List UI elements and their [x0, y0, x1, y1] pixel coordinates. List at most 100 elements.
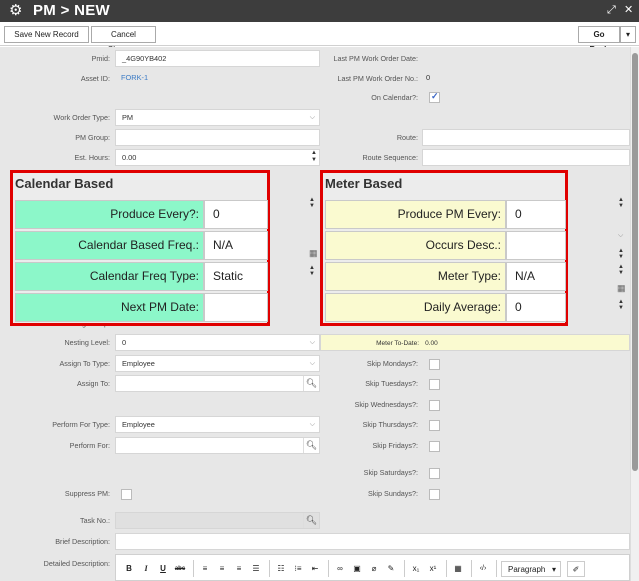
search-icon[interactable]: 🔍︎: [303, 376, 319, 391]
spinner-icon[interactable]: ▲ ▼: [311, 150, 317, 164]
calendar-freq-type-label: Calendar Freq Type:: [15, 262, 204, 291]
superscript-icon[interactable]: x¹: [426, 561, 440, 577]
skip-tuesdays-checkbox[interactable]: [429, 379, 440, 390]
bold-icon[interactable]: B: [122, 561, 136, 577]
align-right-icon[interactable]: ≡: [232, 561, 246, 577]
search-icon[interactable]: 🔍︎: [303, 438, 319, 453]
on-calendar-checkbox[interactable]: [429, 91, 440, 103]
route-input[interactable]: [422, 129, 630, 146]
perform-for-type-label: Perform For Type:: [52, 420, 110, 429]
underline-icon[interactable]: U: [156, 561, 170, 577]
skip-wednesdays-checkbox[interactable]: [429, 400, 440, 411]
align-center-icon[interactable]: ≡: [215, 561, 229, 577]
go-back-dropdown-button[interactable]: ▾: [620, 26, 636, 43]
search-icon[interactable]: 🔍︎: [303, 513, 319, 528]
gears-icon: ⚙: [9, 2, 23, 19]
meter-to-date-value: 0.00: [425, 340, 438, 347]
chevron-down-icon: ⌵: [309, 360, 315, 367]
go-back-button[interactable]: Go Back: [578, 26, 620, 54]
format-painter-icon[interactable]: ✐: [567, 561, 585, 577]
skip-mondays-checkbox[interactable]: [429, 359, 440, 370]
outdent-icon[interactable]: ⇤: [308, 561, 322, 577]
link-icon[interactable]: ∞: [333, 561, 347, 577]
route-label: Route:: [396, 133, 418, 142]
table-icon[interactable]: ▦: [451, 561, 465, 577]
calendar-icon[interactable]: ▦: [617, 283, 626, 294]
italic-icon[interactable]: I: [139, 561, 153, 577]
spinner-icon[interactable]: ▲ ▼: [309, 197, 315, 209]
align-justify-icon[interactable]: ☰: [249, 561, 263, 577]
attachment-icon[interactable]: ⌀: [367, 561, 381, 577]
nesting-level-select[interactable]: 0 ⌵: [115, 334, 320, 351]
pmid-input[interactable]: _4G90YB402: [115, 50, 320, 67]
suppress-pm-checkbox[interactable]: [121, 489, 132, 500]
work-order-type-value: PM: [122, 113, 134, 122]
est-hours-input[interactable]: 0.00 ▲ ▼: [115, 149, 320, 166]
assign-to-type-select[interactable]: Employee ⌵: [115, 355, 320, 372]
scrollbar-thumb[interactable]: [632, 53, 638, 471]
asset-id-link[interactable]: FORK-1: [115, 70, 320, 87]
daily-average-value[interactable]: 0: [506, 293, 566, 322]
assign-to-label: Assign To:: [76, 379, 110, 388]
pm-group-input[interactable]: [115, 129, 320, 146]
skip-saturdays-checkbox[interactable]: [429, 468, 440, 479]
skip-thursdays-checkbox[interactable]: [429, 420, 440, 431]
paragraph-format-select[interactable]: Paragraph ▾: [501, 561, 561, 577]
skip-fridays-checkbox[interactable]: [429, 441, 440, 452]
brief-description-input[interactable]: [115, 533, 630, 550]
spinner-icon[interactable]: ▲ ▼: [618, 197, 624, 209]
calendar-based-freq-value[interactable]: N/A: [204, 231, 268, 260]
perform-for-type-select[interactable]: Employee ⌵: [115, 416, 320, 433]
meter-to-date-label: Meter To-Date:: [376, 340, 419, 347]
skip-sundays-checkbox[interactable]: [429, 489, 440, 500]
calendar-based-freq-label: Calendar Based Freq.:: [15, 231, 204, 260]
caret-down-icon: ▾: [551, 565, 556, 574]
code-view-icon[interactable]: ‹/›: [476, 561, 490, 577]
align-left-icon[interactable]: ≡: [198, 561, 212, 577]
skip-tuesdays-label: Skip Tuesdays?:: [365, 379, 418, 388]
detailed-description-editor[interactable]: B I U abc ≡ ≡ ≡ ☰ ☷ ⁝≡ ⇤ ∞ ▣ ⌀ ✎ x₁ x¹ ▦…: [115, 554, 630, 581]
assign-to-input[interactable]: 🔍︎: [115, 375, 320, 392]
skip-fridays-label: Skip Fridays?:: [372, 441, 418, 450]
pm-group-label: PM Group:: [75, 133, 110, 142]
cancel-changes-button[interactable]: Cancel Changes: [91, 26, 156, 54]
calendar-freq-type-value[interactable]: Static: [204, 262, 268, 291]
close-icon[interactable]: ✕: [624, 3, 633, 17]
spinner-icon[interactable]: ▲ ▼: [618, 299, 624, 311]
eraser-icon[interactable]: ✎: [384, 561, 398, 577]
strikethrough-icon[interactable]: abc: [173, 561, 187, 577]
calendar-icon[interactable]: ▦: [309, 248, 318, 259]
toolbar: Save New Record Cancel Changes Go Back ▾: [0, 22, 639, 54]
numbered-list-icon[interactable]: ⁝≡: [291, 561, 305, 577]
chevron-down-icon[interactable]: ⌵: [618, 232, 623, 240]
chevron-down-icon: ⌵: [309, 114, 315, 121]
bullet-list-icon[interactable]: ☷: [274, 561, 288, 577]
chevron-down-icon: ⌵: [309, 421, 315, 428]
subscript-icon[interactable]: x₁: [409, 561, 423, 577]
next-pm-date-value[interactable]: [204, 293, 268, 322]
asset-id-label: Asset ID:: [80, 74, 110, 83]
last-pm-work-order-date-label: Last PM Work Order Date:: [333, 54, 418, 63]
vertical-scrollbar[interactable]: [630, 47, 639, 581]
on-calendar-label: On Calendar?:: [371, 93, 418, 102]
meter-type-label: Meter Type:: [325, 262, 506, 291]
occurs-desc-value[interactable]: [506, 231, 566, 260]
nesting-level-value: 0: [122, 338, 127, 347]
save-new-record-button[interactable]: Save New Record: [4, 26, 89, 43]
work-order-type-select[interactable]: PM ⌵: [115, 109, 320, 126]
est-hours-label: Est. Hours:: [74, 153, 110, 162]
skip-sundays-label: Skip Sundays?:: [368, 489, 418, 498]
perform-for-input[interactable]: 🔍︎: [115, 437, 320, 454]
paragraph-format-value: Paragraph: [508, 565, 546, 574]
spinner-icon[interactable]: ▲ ▼: [618, 248, 624, 260]
spinner-icon[interactable]: ▲ ▼: [618, 264, 624, 276]
produce-every-label: Produce Every?:: [15, 200, 204, 229]
produce-pm-every-value[interactable]: 0: [506, 200, 566, 229]
spinner-icon[interactable]: ▲ ▼: [309, 265, 315, 277]
expand-icon[interactable]: ⤢: [607, 3, 616, 17]
task-no-input[interactable]: 🔍︎: [115, 512, 320, 529]
route-sequence-input[interactable]: [422, 149, 630, 166]
produce-every-value[interactable]: 0: [204, 200, 268, 229]
meter-type-value[interactable]: N/A: [506, 262, 566, 291]
image-icon[interactable]: ▣: [350, 561, 364, 577]
